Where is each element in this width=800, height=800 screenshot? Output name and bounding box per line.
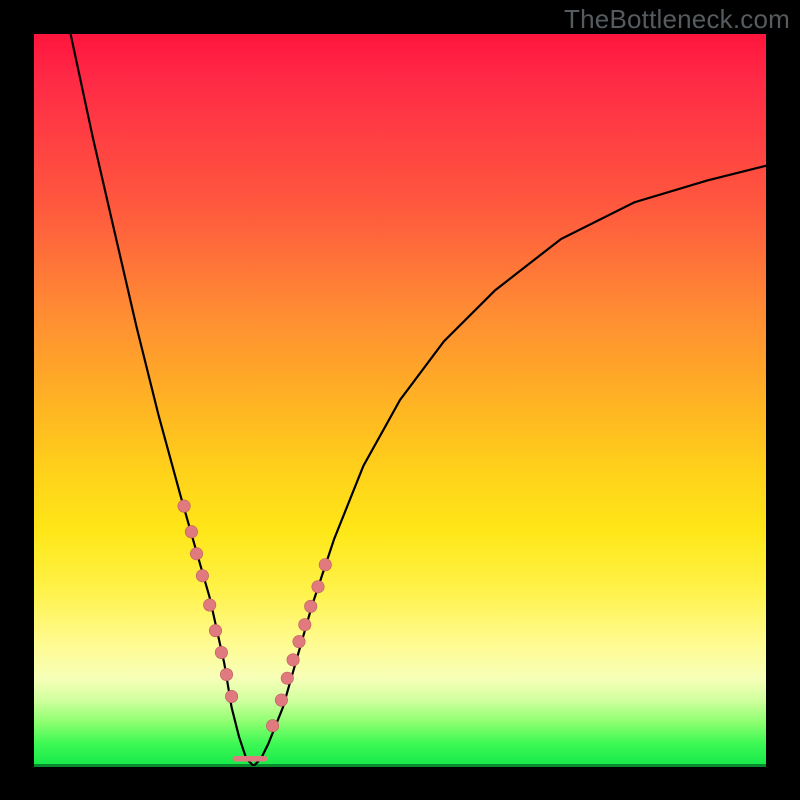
sample-bead xyxy=(287,654,299,666)
sample-bead xyxy=(196,570,208,582)
sample-bead xyxy=(209,624,221,636)
sample-bead xyxy=(225,690,237,702)
sample-bead xyxy=(319,559,331,571)
sample-bead xyxy=(275,694,287,706)
sample-bead xyxy=(293,635,305,647)
sample-bead xyxy=(215,646,227,658)
sample-bead xyxy=(281,672,293,684)
sample-bead xyxy=(305,600,317,612)
sample-bead xyxy=(185,526,197,538)
sample-bead xyxy=(220,668,232,680)
sample-bead xyxy=(299,619,311,631)
bottleneck-curve xyxy=(71,34,766,766)
sample-bead xyxy=(204,599,216,611)
watermark-text: TheBottleneck.com xyxy=(564,4,790,35)
chart-frame: TheBottleneck.com xyxy=(0,0,800,800)
curve-overlay xyxy=(34,34,766,766)
sample-bead xyxy=(190,548,202,560)
sample-bead xyxy=(266,720,278,732)
sample-bead xyxy=(178,500,190,512)
sample-bead xyxy=(312,581,324,593)
